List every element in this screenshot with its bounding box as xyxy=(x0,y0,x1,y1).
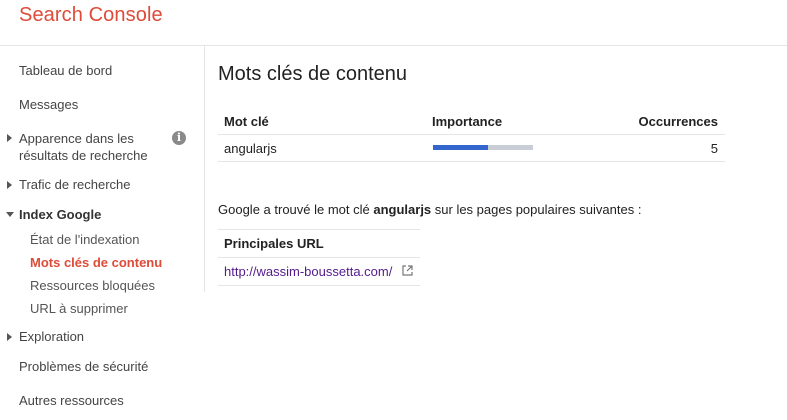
caret-down-icon[interactable] xyxy=(6,212,14,217)
column-header-importance[interactable]: Importance xyxy=(432,114,502,129)
sidebar-item-label-line2: résultats de recherche xyxy=(19,148,148,163)
found-suffix: sur les pages populaires suivantes : xyxy=(431,202,642,217)
sidebar-item-remove-urls[interactable]: URL à supprimer xyxy=(30,300,128,317)
sidebar-item-search-traffic[interactable]: Trafic de recherche xyxy=(19,176,131,193)
sidebar-item-messages[interactable]: Messages xyxy=(19,96,78,113)
caret-right-icon[interactable] xyxy=(7,134,12,142)
sidebar-item-index-status[interactable]: État de l'indexation xyxy=(30,231,139,248)
page-title: Mots clés de contenu xyxy=(218,63,407,85)
found-keyword: angularjs xyxy=(373,202,432,217)
app-title[interactable]: Search Console xyxy=(19,4,163,27)
found-prefix: Google a trouvé le mot clé xyxy=(218,202,374,217)
importance-bar-fill xyxy=(433,145,488,150)
table-row: http://wassim-boussetta.com/ xyxy=(218,258,420,286)
sidebar-item-search-appearance[interactable]: Apparence dans les résultats de recherch… xyxy=(19,130,148,164)
table-row[interactable]: angularjs 5 xyxy=(218,135,725,162)
column-header-keyword[interactable]: Mot clé xyxy=(224,114,269,129)
occurrences-cell: 5 xyxy=(710,141,718,156)
found-on-pages-text: Google a trouvé le mot clé angularjs sur… xyxy=(218,202,641,217)
top-urls-table: Principales URL http://wassim-boussetta.… xyxy=(218,229,420,286)
sidebar-item-label-line1: Apparence dans les xyxy=(19,131,134,146)
sidebar-item-blocked-resources[interactable]: Ressources bloquées xyxy=(30,277,155,294)
sidebar-item-security-issues[interactable]: Problèmes de sécurité xyxy=(19,358,148,375)
sidebar-item-crawl[interactable]: Exploration xyxy=(19,328,84,345)
table-header-row: Mot clé Importance Occurrences xyxy=(218,108,725,135)
info-icon[interactable]: i xyxy=(172,131,186,145)
keywords-table: Mot clé Importance Occurrences angularjs… xyxy=(218,108,725,162)
column-header-top-urls: Principales URL xyxy=(224,236,324,251)
url-table-header: Principales URL xyxy=(218,230,420,258)
header: Search Console xyxy=(0,0,787,46)
sidebar-divider xyxy=(204,46,205,292)
external-link-icon[interactable] xyxy=(402,265,413,276)
caret-right-icon[interactable] xyxy=(7,333,12,341)
url-link[interactable]: http://wassim-boussetta.com/ xyxy=(224,264,392,279)
importance-bar xyxy=(433,145,533,150)
keyword-cell[interactable]: angularjs xyxy=(224,141,277,156)
sidebar-item-other-resources[interactable]: Autres ressources xyxy=(19,392,124,409)
sidebar-item-content-keywords[interactable]: Mots clés de contenu xyxy=(30,254,162,271)
sidebar-item-google-index[interactable]: Index Google xyxy=(19,206,101,223)
sidebar-item-dashboard[interactable]: Tableau de bord xyxy=(19,62,112,79)
column-header-occurrences[interactable]: Occurrences xyxy=(639,114,719,129)
caret-right-icon[interactable] xyxy=(7,181,12,189)
